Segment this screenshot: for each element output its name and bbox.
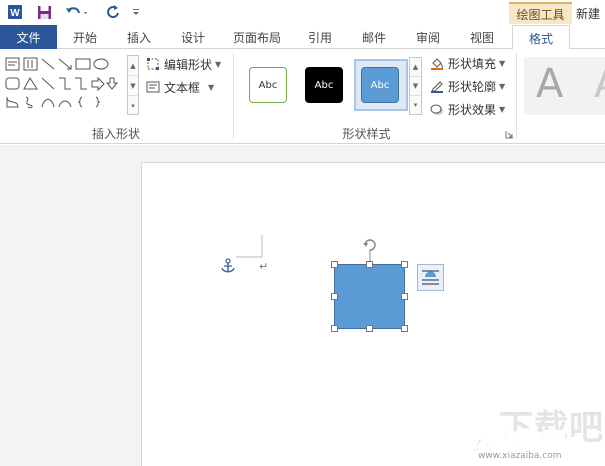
diagonal-line-shape-icon (41, 77, 55, 90)
scroll-down-icon[interactable]: ▼ (410, 77, 421, 96)
wordart-style-a[interactable]: A (536, 61, 563, 107)
undo-icon[interactable] (63, 2, 91, 22)
tab-mailings[interactable]: 邮件 (352, 25, 396, 49)
customize-qat-icon[interactable] (130, 2, 142, 22)
new-document-label[interactable]: 新建 (576, 2, 600, 24)
freeform-shape-icon (6, 96, 19, 108)
selected-rectangle-shape[interactable] (334, 264, 405, 329)
chevron-down-icon: ▼ (208, 82, 215, 92)
text-box-label: 文本框 (164, 80, 201, 95)
text-box-icon (146, 81, 160, 93)
edit-shape-icon (147, 58, 159, 70)
wordart-styles-gallery[interactable]: A A (524, 57, 605, 115)
elbow-connector-shape-icon (59, 77, 71, 90)
ribbon: ▲ ▼ ▾ 编辑形状 ▼ 文本框 ▼ 插入形状 Abc Abc Abc ▲ ▼ … (0, 49, 605, 144)
redo-icon[interactable] (104, 2, 122, 22)
save-icon[interactable] (35, 2, 53, 22)
layout-options-button[interactable] (417, 264, 444, 291)
shape-effects-label: 形状效果 (448, 102, 497, 117)
group-divider (516, 53, 517, 139)
chevron-down-icon: ▼ (499, 58, 506, 68)
tab-design[interactable]: 设计 (171, 25, 215, 49)
tab-references[interactable]: 引用 (298, 25, 342, 49)
resize-handle-top[interactable] (366, 261, 373, 268)
shape-outline-label: 形状轮廓 (448, 79, 497, 94)
dialog-launcher-icon[interactable] (505, 129, 514, 139)
more-icon[interactable]: ▾ (410, 96, 421, 114)
rotation-handle-icon[interactable] (362, 237, 378, 263)
edit-shape-button[interactable]: 编辑形状 ▼ (146, 55, 221, 73)
shape-fill-label: 形状填充 (448, 56, 497, 71)
page-margin-mark (236, 235, 263, 258)
rounded-rectangle-shape-icon (5, 77, 20, 90)
chevron-down-icon: ▼ (215, 59, 222, 69)
scribble-shape-icon (25, 96, 33, 109)
text-box-button[interactable]: 文本框 ▼ (146, 78, 214, 96)
resize-handle-top-left[interactable] (331, 261, 338, 268)
line-shape-icon (41, 58, 55, 70)
shape-style-swatch[interactable]: Abc (305, 67, 343, 103)
resize-handle-top-right[interactable] (401, 261, 408, 268)
shape-effects-icon (430, 104, 443, 115)
shape-style-swatch-selected[interactable]: Abc (361, 67, 399, 103)
down-arrow-shape-icon (105, 77, 119, 90)
title-bar: W 绘图工具 新建 (0, 0, 605, 25)
shape-outline-button[interactable]: 形状轮廓 ▼ (430, 77, 505, 95)
scroll-up-icon[interactable]: ▲ (410, 58, 421, 77)
left-brace-shape-icon (77, 96, 83, 108)
wordart-style-a[interactable]: A (594, 61, 605, 107)
word-icon[interactable]: W (6, 2, 24, 22)
tab-page-layout[interactable]: 页面布局 (226, 25, 288, 49)
tab-home[interactable]: 开始 (63, 25, 107, 49)
tab-insert[interactable]: 插入 (117, 25, 161, 49)
insert-shapes-group-label: 插入形状 (91, 127, 140, 141)
drawing-tools-context-label: 绘图工具 (509, 2, 572, 24)
svg-text:W: W (10, 8, 20, 19)
resize-handle-bottom-right[interactable] (401, 325, 408, 332)
edit-shape-label: 编辑形状 (164, 57, 213, 72)
resize-handle-left[interactable] (331, 293, 338, 300)
anchor-icon[interactable] (221, 258, 235, 274)
chevron-down-icon: ▼ (499, 104, 506, 114)
elbow-arrow-shape-icon (75, 77, 87, 90)
layout-options-icon (422, 270, 439, 285)
chevron-down-icon: ▼ (499, 81, 506, 91)
pen-icon (431, 81, 443, 93)
paragraph-mark: ↵ (259, 260, 269, 273)
vertical-text-box-shape-icon (23, 57, 38, 71)
shape-styles-gallery-scroll[interactable]: ▲ ▼ ▾ (409, 57, 422, 115)
ribbon-tabs: 文件 开始 插入 设计 页面布局 引用 邮件 审阅 视图 格式 (0, 25, 605, 50)
right-arrow-shape-icon (91, 76, 105, 92)
text-box-shape-icon (5, 57, 20, 71)
tab-view[interactable]: 视图 (460, 25, 504, 49)
curve-shape-icon (58, 100, 72, 108)
arrow-shape-icon (58, 58, 72, 70)
watermark-url: www.xiazaiba.com (478, 451, 562, 461)
resize-handle-bottom[interactable] (366, 325, 373, 332)
tab-format[interactable]: 格式 (512, 25, 570, 50)
tab-review[interactable]: 审阅 (406, 25, 450, 49)
shape-styles-group-label: 形状样式 (342, 127, 391, 141)
shape-fill-button[interactable]: 形状填充 ▼ (430, 54, 505, 72)
paint-bucket-icon (431, 58, 443, 70)
scroll-down-icon[interactable]: ▼ (128, 76, 138, 96)
shape-effects-button[interactable]: 形状效果 ▼ (430, 100, 505, 118)
more-icon[interactable]: ▾ (128, 96, 138, 116)
triangle-shape-icon (23, 77, 38, 90)
shapes-gallery[interactable] (4, 55, 126, 115)
resize-handle-right[interactable] (401, 293, 408, 300)
rectangle-shape-icon (75, 58, 91, 70)
shapes-gallery-scroll[interactable]: ▲ ▼ ▾ (127, 55, 139, 115)
right-brace-shape-icon (95, 96, 101, 108)
oval-shape-icon (93, 58, 109, 70)
scroll-up-icon[interactable]: ▲ (128, 56, 138, 76)
shape-style-swatch[interactable]: Abc (249, 67, 287, 103)
arc-shape-icon (41, 99, 55, 108)
resize-handle-bottom-left[interactable] (331, 325, 338, 332)
tab-file[interactable]: 文件 (0, 25, 57, 49)
